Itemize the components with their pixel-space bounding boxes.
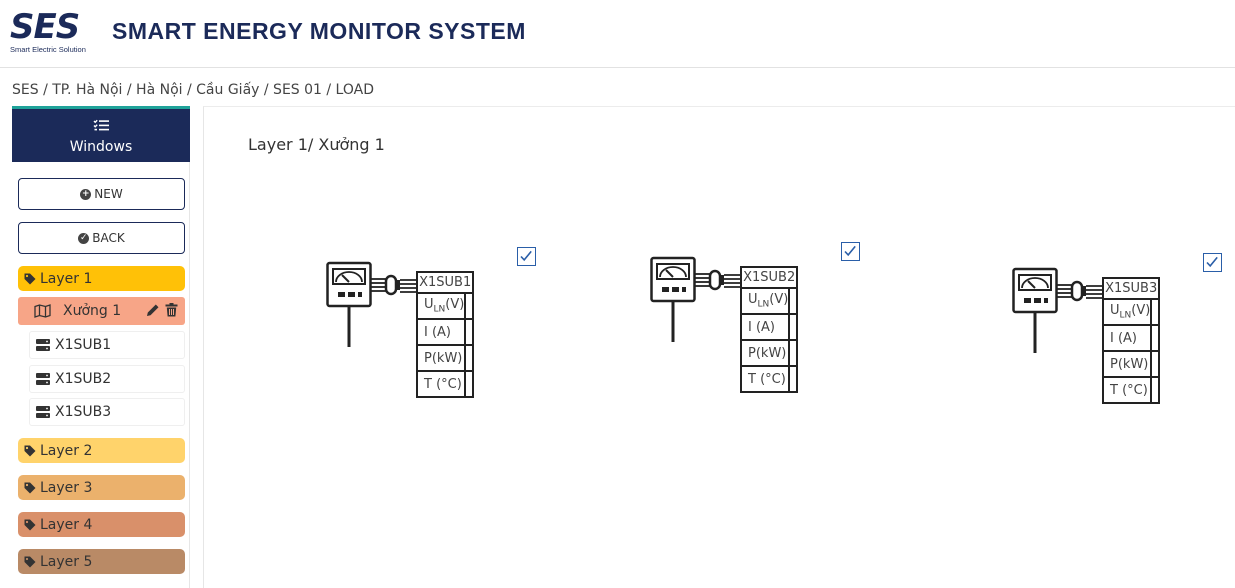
new-button[interactable]: + NEW — [18, 178, 185, 210]
checkbox-icon — [1206, 256, 1218, 268]
layer-canvas: Layer 1/ Xưởng 1 X1SUB1 ULN(V) I (A) P(k… — [203, 106, 1235, 588]
meter-icon — [326, 261, 418, 347]
plus-circle-icon: + — [80, 188, 92, 200]
value-power — [788, 339, 799, 367]
sidebar-device-x1sub3[interactable]: X1SUB3 — [29, 398, 185, 426]
sidebar-item-label: Layer 1 — [40, 270, 93, 287]
tag-icon — [24, 482, 36, 493]
row-label-uln: ULN(V) — [415, 292, 467, 320]
logo-subtitle: Smart Electric Solution — [10, 45, 86, 54]
sidebar-item-label: Layer 3 — [40, 479, 93, 496]
sidebar-item-label: Layer 2 — [40, 442, 93, 459]
sidebar-device-label: X1SUB1 — [55, 337, 112, 353]
device-checkbox[interactable] — [1203, 253, 1222, 272]
device-data-table: X1SUB2 ULN(V) I (A) P(kW) T (°C) — [739, 266, 799, 393]
brand-logo[interactable]: SES Smart Electric Solution — [10, 10, 100, 56]
checkbox-icon — [844, 245, 856, 257]
value-current — [1150, 324, 1161, 352]
windows-header[interactable]: Windows — [12, 106, 190, 162]
pencil-icon[interactable] — [146, 303, 160, 317]
tag-icon — [24, 445, 36, 456]
back-button-label: BACK — [92, 231, 125, 245]
value-uln — [464, 292, 475, 320]
value-temperature — [788, 365, 799, 393]
device-data-table: X1SUB3 ULN(V) I (A) P(kW) T (°C) — [1101, 277, 1161, 404]
server-icon — [36, 406, 50, 418]
sidebar: Windows + NEW ✓ BACK Layer 1 Xưởng 1 X1S… — [12, 106, 190, 588]
row-label-current: I (A) — [1101, 324, 1153, 352]
row-label-temperature: T (°C) — [415, 370, 467, 398]
value-temperature — [464, 370, 475, 398]
row-label-power: P(kW) — [415, 344, 467, 372]
row-label-current: I (A) — [415, 318, 467, 346]
sidebar-item-layer-2[interactable]: Layer 2 — [18, 438, 185, 463]
value-current — [464, 318, 475, 346]
sidebar-device-label: X1SUB2 — [55, 371, 112, 387]
windows-label: Windows — [69, 139, 133, 155]
value-power — [464, 344, 475, 372]
meter-icon — [650, 256, 742, 342]
meter-icon — [1012, 267, 1104, 353]
row-label-power: P(kW) — [739, 339, 791, 367]
device-name: X1SUB3 — [1101, 277, 1161, 300]
server-icon — [36, 339, 50, 351]
sidebar-device-label: X1SUB3 — [55, 404, 112, 420]
device-checkbox[interactable] — [517, 247, 536, 266]
trash-icon[interactable] — [165, 303, 178, 317]
device-data-table: X1SUB1 ULN(V) I (A) P(kW) T (°C) — [415, 271, 475, 398]
value-power — [1150, 350, 1161, 378]
sidebar-item-label: Layer 5 — [40, 553, 93, 570]
tag-icon — [24, 519, 36, 530]
value-temperature — [1150, 376, 1161, 404]
app-header: SES Smart Electric Solution SMART ENERGY… — [0, 0, 1235, 68]
sidebar-item-xuong-1[interactable]: Xưởng 1 — [18, 297, 185, 325]
canvas-title: Layer 1/ Xưởng 1 — [248, 135, 385, 154]
check-circle-icon: ✓ — [78, 232, 90, 244]
sidebar-item-layer-4[interactable]: Layer 4 — [18, 512, 185, 537]
device-name: X1SUB1 — [415, 271, 475, 294]
value-current — [788, 313, 799, 341]
list-icon — [93, 119, 109, 131]
new-button-label: NEW — [94, 187, 123, 201]
sidebar-item-layer-1[interactable]: Layer 1 — [18, 266, 185, 291]
sidebar-item-label: Layer 4 — [40, 516, 93, 533]
value-uln — [1150, 298, 1161, 326]
checkbox-icon — [520, 250, 532, 262]
row-label-temperature: T (°C) — [1101, 376, 1153, 404]
device-name: X1SUB2 — [739, 266, 799, 289]
row-label-temperature: T (°C) — [739, 365, 791, 393]
tag-icon — [24, 556, 36, 567]
row-label-current: I (A) — [739, 313, 791, 341]
sidebar-item-layer-5[interactable]: Layer 5 — [18, 549, 185, 574]
logo-text: SES — [10, 7, 80, 47]
sidebar-device-x1sub2[interactable]: X1SUB2 — [29, 365, 185, 393]
map-icon — [34, 304, 51, 318]
row-label-power: P(kW) — [1101, 350, 1153, 378]
back-button[interactable]: ✓ BACK — [18, 222, 185, 254]
server-icon — [36, 373, 50, 385]
sidebar-device-x1sub1[interactable]: X1SUB1 — [29, 331, 185, 359]
row-label-uln: ULN(V) — [739, 287, 791, 315]
app-title: SMART ENERGY MONITOR SYSTEM — [112, 18, 526, 44]
sidebar-item-label: Xưởng 1 — [63, 303, 122, 319]
sidebar-item-layer-3[interactable]: Layer 3 — [18, 475, 185, 500]
device-checkbox[interactable] — [841, 242, 860, 261]
value-uln — [788, 287, 799, 315]
tag-icon — [24, 273, 36, 284]
breadcrumb: SES / TP. Hà Nội / Hà Nội / Cầu Giấy / S… — [12, 82, 374, 98]
row-label-uln: ULN(V) — [1101, 298, 1153, 326]
